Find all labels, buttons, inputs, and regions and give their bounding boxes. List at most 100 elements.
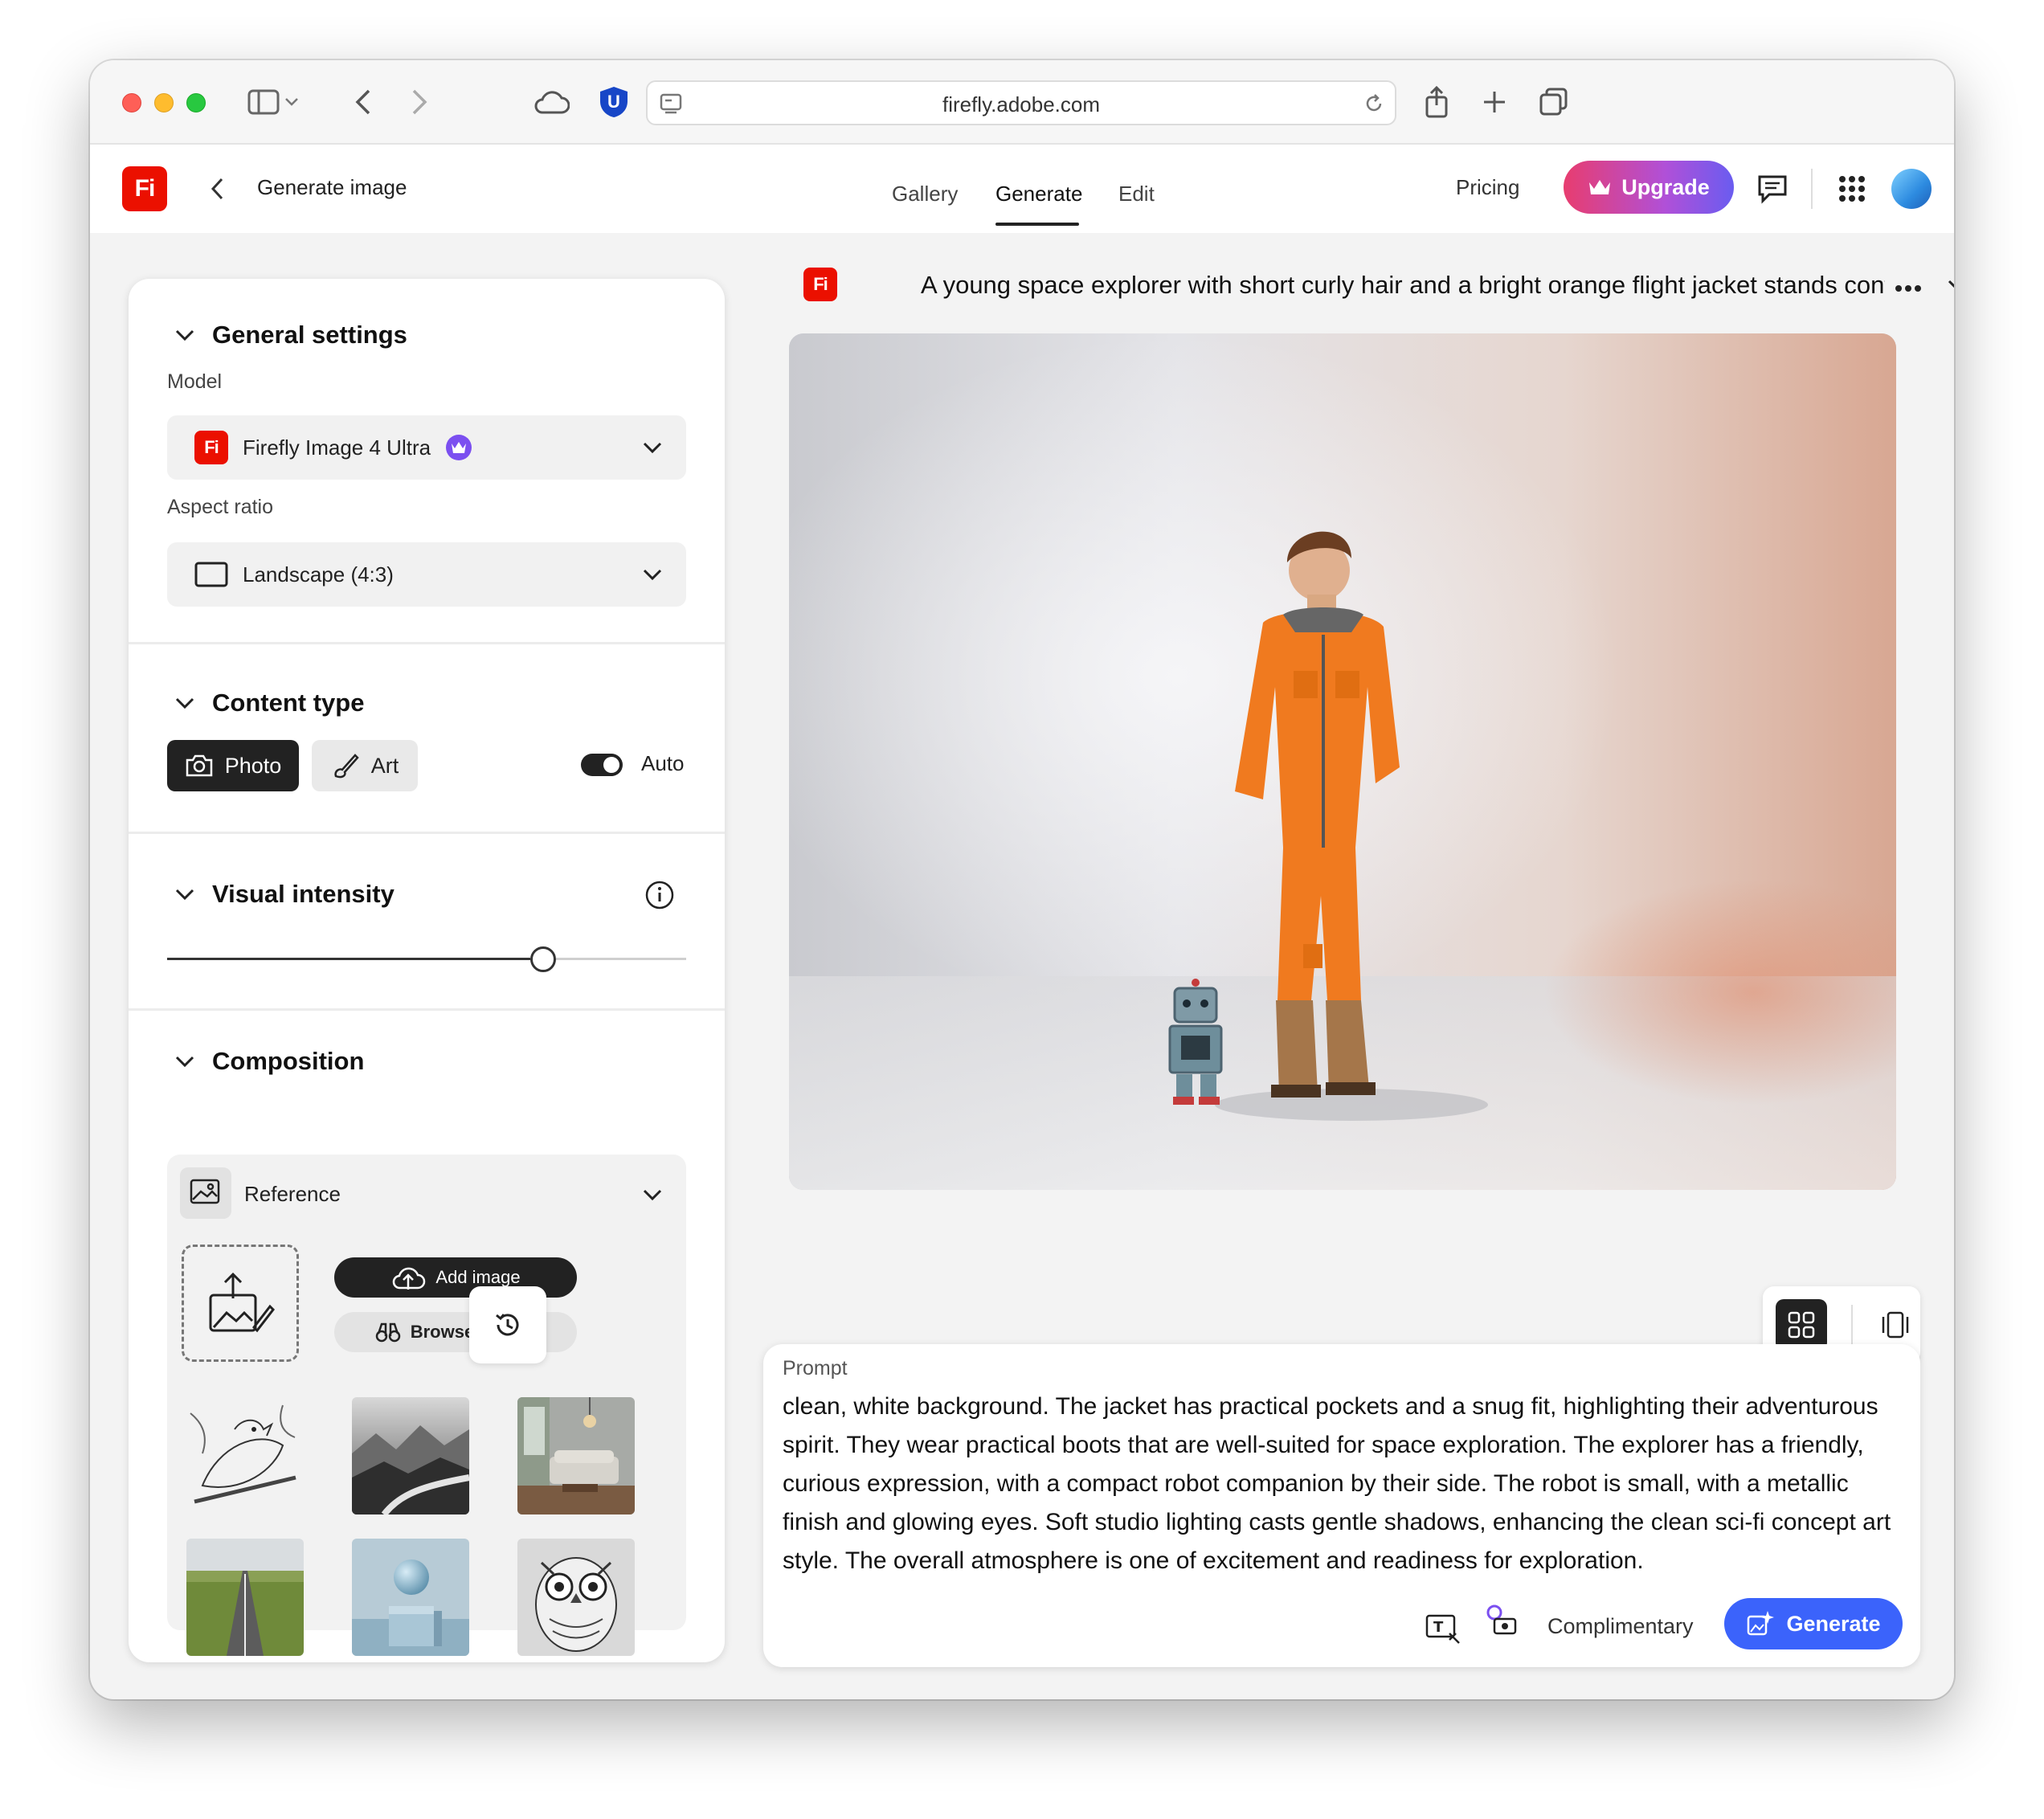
browser-window: U firefly.adobe.com Fi Generate image Ga <box>90 60 1954 1699</box>
prompt-card[interactable]: Prompt clean, white background. The jack… <box>763 1344 1920 1667</box>
reference-thumbnail-bird[interactable] <box>186 1397 304 1514</box>
reference-image-icon <box>180 1167 231 1219</box>
sidebar-toggle-icon[interactable] <box>246 84 281 120</box>
forward-icon[interactable] <box>402 84 437 120</box>
credits-icon <box>1486 1604 1520 1642</box>
apps-grid-icon[interactable] <box>1838 175 1866 206</box>
art-button[interactable]: Art <box>312 740 418 791</box>
photo-label: Photo <box>224 753 282 778</box>
aspect-ratio-select[interactable]: Landscape (4:3) <box>167 542 686 607</box>
more-options-icon[interactable] <box>1895 282 1922 296</box>
chevron-down-icon[interactable] <box>1946 274 1954 300</box>
prompt-textarea[interactable]: clean, white background. The jacket has … <box>783 1388 1907 1580</box>
extension-shield-icon[interactable]: U <box>596 84 632 120</box>
reference-thumbnail-owl[interactable] <box>517 1539 635 1656</box>
tab-generate[interactable]: Generate <box>995 182 1082 206</box>
intensity-slider-track-filled[interactable] <box>167 958 530 960</box>
section-divider <box>129 832 725 834</box>
intensity-slider-thumb[interactable] <box>530 946 556 972</box>
history-button[interactable] <box>469 1286 546 1363</box>
back-chevron-icon[interactable] <box>209 177 225 205</box>
header-divider <box>1811 169 1813 209</box>
generated-image[interactable] <box>789 333 1896 1190</box>
generate-label: Generate <box>1786 1611 1881 1636</box>
add-image-label: Add image <box>435 1267 521 1287</box>
app-header: Fi Generate image Gallery Generate Edit … <box>90 145 1954 233</box>
tab-gallery[interactable]: Gallery <box>892 182 958 206</box>
settings-panel: General settings Model Fi Firefly Image … <box>129 279 725 1662</box>
general-settings-header[interactable]: General settings <box>174 321 407 349</box>
generate-button[interactable]: Generate <box>1724 1598 1903 1649</box>
model-select[interactable]: Fi Firefly Image 4 Ultra <box>167 415 686 480</box>
binoculars-icon <box>375 1322 400 1343</box>
aspect-ratio-value: Landscape (4:3) <box>243 562 394 587</box>
visual-intensity-header[interactable]: Visual intensity <box>174 880 394 909</box>
extension-badge: U <box>607 92 620 112</box>
chevron-down-icon[interactable] <box>641 1183 664 1210</box>
share-icon[interactable] <box>1419 84 1454 120</box>
text-effects-icon[interactable]: T <box>1425 1613 1462 1649</box>
firefly-prompt-icon: Fi <box>803 268 837 301</box>
reference-label: Reference <box>244 1182 341 1206</box>
new-tab-icon[interactable] <box>1477 84 1512 120</box>
intensity-slider-track[interactable] <box>556 958 686 960</box>
chevron-down-icon <box>643 569 662 581</box>
tab-edit[interactable]: Edit <box>1118 182 1155 206</box>
prompt-label: Prompt <box>783 1357 848 1380</box>
minimize-window-button[interactable] <box>154 93 174 112</box>
upload-image-icon <box>209 1272 275 1333</box>
camera-icon <box>186 754 212 777</box>
auto-toggle[interactable] <box>581 754 623 776</box>
tab-overview-icon[interactable] <box>1536 84 1572 120</box>
upgrade-button[interactable]: Upgrade <box>1564 161 1734 214</box>
firefly-model-icon: Fi <box>194 431 228 464</box>
chevron-down-icon <box>175 889 194 901</box>
upgrade-label: Upgrade <box>1621 174 1710 199</box>
carousel-view-icon <box>1882 1311 1909 1339</box>
landscape-ratio-icon <box>194 562 228 587</box>
grid-view-icon <box>1788 1311 1815 1339</box>
feedback-icon[interactable] <box>1756 174 1788 208</box>
content-type-header[interactable]: Content type <box>174 689 364 717</box>
cloud-icon[interactable] <box>530 84 572 120</box>
brush-icon <box>334 754 359 779</box>
section-divider <box>129 642 725 644</box>
reference-card: Reference Add image Browse gallery <box>167 1155 686 1656</box>
premium-crown-icon <box>446 435 472 460</box>
address-bar[interactable]: firefly.adobe.com <box>646 80 1396 125</box>
back-icon[interactable] <box>345 84 381 120</box>
pricing-link[interactable]: Pricing <box>1456 175 1519 200</box>
grid-view-button[interactable] <box>1776 1299 1827 1351</box>
maximize-window-button[interactable] <box>186 93 206 112</box>
chevron-down-icon <box>643 442 662 454</box>
chevron-down-icon[interactable] <box>281 84 302 120</box>
close-window-button[interactable] <box>122 93 141 112</box>
composition-title: Composition <box>212 1047 365 1075</box>
aspect-ratio-label: Aspect ratio <box>167 496 274 518</box>
upload-dropzone[interactable] <box>182 1245 299 1362</box>
complimentary-label: Complimentary <box>1547 1614 1694 1638</box>
chevron-down-icon <box>175 1056 194 1068</box>
chevron-down-icon <box>175 329 194 341</box>
reload-icon[interactable] <box>1363 92 1385 119</box>
reference-thumbnail-mountains[interactable] <box>352 1397 469 1514</box>
section-divider <box>129 1008 725 1011</box>
browser-toolbar: U firefly.adobe.com <box>90 60 1954 145</box>
carousel-view-button[interactable] <box>1877 1299 1914 1351</box>
composition-header[interactable]: Composition <box>174 1047 364 1076</box>
model-label: Model <box>167 370 223 393</box>
prompt-title: A young space explorer with short curly … <box>921 271 1885 299</box>
reference-thumbnail-sphere[interactable] <box>352 1539 469 1656</box>
page-title: Generate image <box>257 175 407 199</box>
user-avatar[interactable] <box>1891 169 1932 209</box>
url-text: firefly.adobe.com <box>942 92 1101 116</box>
content-type-title: Content type <box>212 689 365 717</box>
firefly-logo[interactable]: Fi <box>122 166 167 211</box>
active-tab-indicator <box>995 223 1079 226</box>
info-icon[interactable] <box>644 880 675 914</box>
photo-button[interactable]: Photo <box>167 740 299 791</box>
cloud-upload-icon <box>393 1267 426 1290</box>
reference-thumbnail-living-room[interactable] <box>517 1397 635 1514</box>
art-label: Art <box>370 753 399 778</box>
reference-thumbnail-road[interactable] <box>186 1539 304 1656</box>
